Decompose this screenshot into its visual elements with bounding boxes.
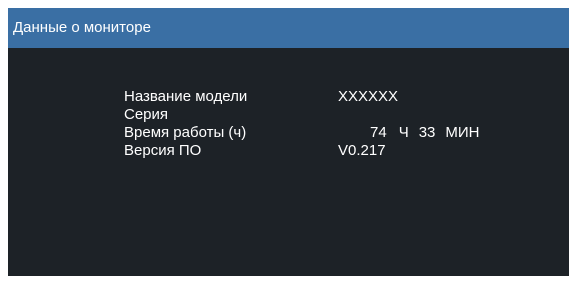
runtime-hours: 74 [370,124,387,141]
osd-header-bar: Данные о мониторе [8,8,569,48]
info-row-model: Название модели XXXXXX [124,88,524,106]
monitor-info-list: Название модели XXXXXX Серия Время работ… [124,88,524,160]
monitor-info-osd: Данные о мониторе Название модели XXXXXX… [8,8,569,276]
serial-label: Серия [124,106,169,123]
info-row-serial: Серия [124,106,524,124]
runtime-value: 74 Ч 33 МИН [370,124,479,142]
runtime-minutes-unit: МИН [445,124,480,141]
firmware-version-label: Версия ПО [124,142,202,159]
osd-title: Данные о мониторе [13,19,151,36]
model-name-value: XXXXXX [338,88,399,105]
info-row-runtime: Время работы (ч) 74 Ч 33 МИН [124,124,524,142]
model-name-label: Название модели [124,88,248,105]
firmware-version-value: V0.217 [338,142,386,159]
runtime-label: Время работы (ч) [124,124,247,141]
info-row-firmware: Версия ПО V0.217 [124,142,524,160]
runtime-minutes: 33 [418,124,436,141]
runtime-hours-unit: Ч [398,124,409,141]
